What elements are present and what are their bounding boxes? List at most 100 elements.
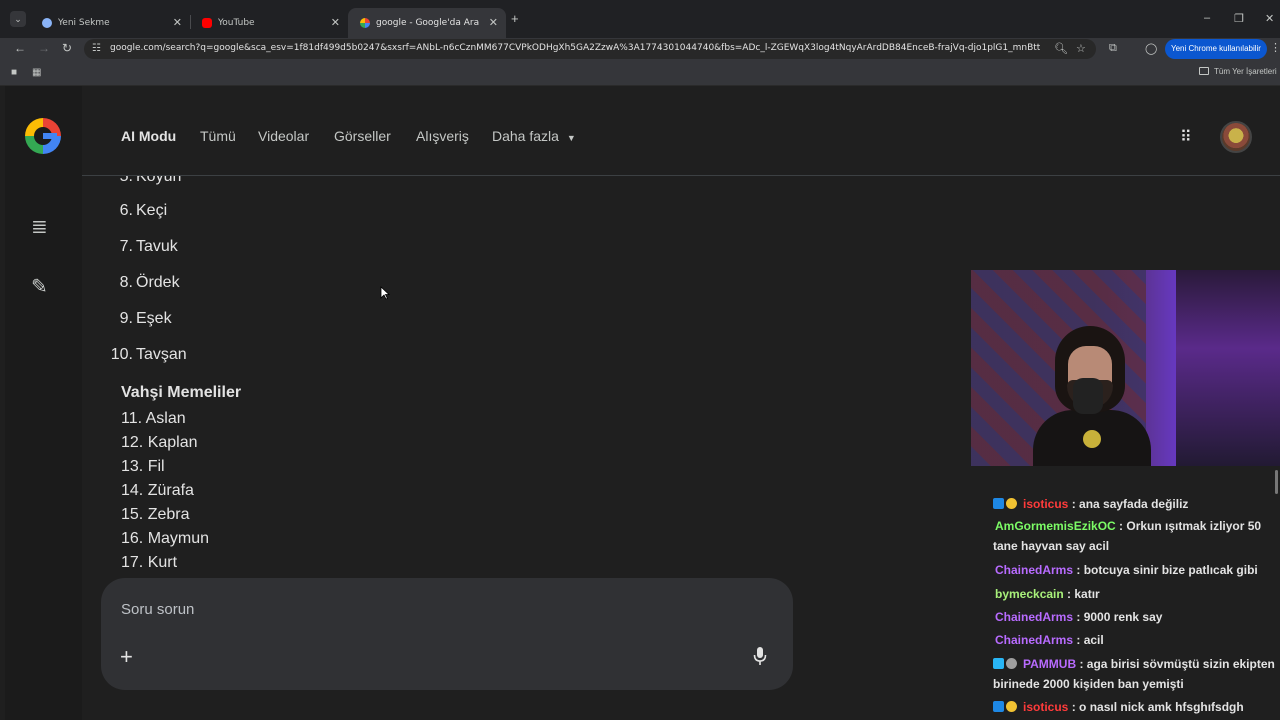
bookmarks-bar: ■ ▦ Tüm Yer İşaretleri (0, 60, 1280, 86)
list-item: 9. Eşek (119, 310, 172, 327)
chat-scrollbar (1275, 470, 1278, 494)
google-apps-icon[interactable]: ⠿ (1180, 127, 1192, 147)
tab-title: Yeni Sekme (58, 18, 110, 28)
list-item: 12. Kaplan (121, 434, 198, 451)
back-icon[interactable]: ← (14, 41, 26, 55)
caret-down-icon: ▼ (566, 133, 576, 143)
tab-all[interactable]: Tümü (200, 128, 236, 144)
url-text[interactable]: google.com/search?q=google&sca_esv=1f81d… (110, 43, 1040, 53)
chat-text: : katır (1063, 587, 1100, 601)
square-icon[interactable]: ■ (11, 67, 17, 78)
ask-input[interactable]: Soru sorun (121, 601, 194, 618)
tab-google-search[interactable]: google - Google'da Ara ✕ (348, 8, 506, 38)
folder-icon (1199, 67, 1209, 75)
search-header: AI Modu Tümü Videolar Görseller Alışveri… (82, 86, 1280, 176)
list-item: 15. Zebra (121, 506, 190, 523)
stream-chat: isoticus : ana sayfada değiliz AmGormemis… (985, 486, 1280, 720)
chat-message: isoticus : ana sayfada değiliz (993, 494, 1278, 514)
close-icon[interactable]: ✕ (489, 16, 498, 29)
new-tab-button[interactable]: + (511, 11, 519, 26)
list-item: 7. Tavuk (119, 238, 178, 255)
chat-username[interactable]: PAMMUB (1023, 657, 1076, 671)
extensions-icon[interactable]: ⧉ (1109, 42, 1117, 55)
chat-message: bymeckcain : katır (993, 584, 1278, 604)
gray-badge-icon (1006, 658, 1017, 669)
browser-toolbar: ← → ↻ ☷ google.com/search?q=google&sca_e… (0, 38, 1280, 60)
tab-more-label: Daha fazla (492, 128, 559, 144)
forward-icon[interactable]: → (38, 41, 50, 55)
cyan-badge-icon (993, 658, 1004, 669)
tab-title: google - Google'da Ara (376, 18, 480, 28)
tab-search-button[interactable]: ⌄ (10, 11, 26, 27)
ask-input-box[interactable]: Soru sorun + (101, 578, 793, 690)
chat-text: : ana sayfada değiliz (1068, 497, 1189, 511)
list-item: 10. Tavşan (110, 346, 187, 363)
new-chat-icon[interactable]: ✎ (31, 274, 48, 299)
list-item: 8. Ördek (119, 274, 180, 291)
chat-text: : acil (1073, 633, 1104, 647)
list-item: 6. Keçi (119, 202, 168, 219)
microphone-image (1073, 378, 1103, 414)
tab-title: YouTube (218, 18, 255, 28)
close-icon[interactable]: ✕ (173, 16, 182, 29)
address-bar[interactable]: ☷ google.com/search?q=google&sca_esv=1f8… (84, 39, 1096, 59)
list-item: 16. Maymun (121, 530, 210, 547)
chrome-icon (42, 18, 52, 28)
chat-username[interactable]: ChainedArms (995, 563, 1073, 577)
tab-shopping[interactable]: Alışveriş (416, 128, 469, 144)
history-list-icon[interactable]: ≣ (31, 214, 48, 239)
webcam-overlay (971, 270, 1280, 466)
chat-message: ChainedArms : botcuya sinir bize patlıca… (993, 560, 1278, 580)
list-item: 17. Kurt (121, 554, 178, 571)
chat-username[interactable]: isoticus (1023, 497, 1068, 511)
bookmark-star-icon[interactable]: ☆ (1076, 42, 1086, 55)
tab-videos[interactable]: Videolar (258, 128, 309, 144)
minimize-icon[interactable]: – (1204, 12, 1210, 24)
chat-message: AmGormemisEzikOC : Orkun ışıtmak izliyor… (993, 516, 1278, 556)
chat-message: PAMMUB : aga birisi sövmüştü sizin ekipt… (993, 654, 1278, 694)
chat-username[interactable]: bymeckcain (995, 587, 1064, 601)
tab-strip: ⌄ Yeni Sekme ✕ YouTube ✕ google - Google… (0, 0, 1280, 38)
menu-icon[interactable]: ⋮ (1270, 41, 1280, 54)
mouse-cursor-icon (380, 286, 390, 300)
chat-text: : o nasıl nick amk hfsghıfsdgh (1068, 700, 1244, 714)
chat-username[interactable]: isoticus (1023, 700, 1068, 714)
list-item: 11. Aslan (121, 410, 186, 427)
left-rail: ≣ ✎ (5, 86, 82, 720)
site-info-icon[interactable]: ☷ (92, 43, 101, 54)
streamer (1033, 318, 1151, 466)
section-heading: Vahşi Memeliler (121, 384, 242, 401)
tab-new-tab[interactable]: Yeni Sekme ✕ (30, 8, 190, 38)
avatar[interactable] (1220, 121, 1252, 153)
chat-username[interactable]: AmGormemisEzikOC (995, 519, 1116, 533)
list-item: 5. Koyun (119, 176, 182, 185)
profile-icon[interactable]: ◯ (1145, 42, 1157, 55)
tab-images[interactable]: Görseller (334, 128, 391, 144)
blue-badge-icon (993, 498, 1004, 509)
chat-username[interactable]: ChainedArms (995, 610, 1073, 624)
window-close-icon[interactable]: ✕ (1265, 12, 1274, 25)
tab-youtube[interactable]: YouTube ✕ (190, 8, 348, 38)
google-logo[interactable] (25, 118, 61, 154)
youtube-icon (202, 18, 212, 28)
chat-username[interactable]: ChainedArms (995, 633, 1073, 647)
tab-more[interactable]: Daha fazla ▼ (492, 128, 576, 144)
zoom-icon[interactable]: 🔍︎ (1054, 42, 1068, 55)
reload-icon[interactable]: ↻ (62, 41, 72, 55)
microphone-icon[interactable] (753, 646, 767, 666)
close-icon[interactable]: ✕ (331, 16, 340, 29)
gold-badge-icon (1006, 498, 1017, 509)
chat-message: ChainedArms : 9000 renk say (993, 607, 1278, 627)
restore-icon[interactable]: ❐ (1234, 12, 1244, 25)
list-item: 13. Fil (121, 458, 165, 475)
tab-ai-mode[interactable]: AI Modu (121, 128, 176, 144)
google-icon (360, 18, 370, 28)
chrome-update-button[interactable]: Yeni Chrome kullanılabilir (1165, 39, 1267, 59)
chat-text: : botcuya sinir bize patlıcak gibi (1073, 563, 1258, 577)
chat-message: ChainedArms : acil (993, 630, 1278, 650)
chat-message: isoticus : o nasıl nick amk hfsghıfsdgh (993, 697, 1278, 717)
shelf-background (1176, 270, 1280, 466)
all-bookmarks-link[interactable]: Tüm Yer İşaretleri (1214, 67, 1277, 76)
add-icon[interactable]: + (120, 644, 133, 670)
apps-grid-icon[interactable]: ▦ (32, 67, 41, 78)
